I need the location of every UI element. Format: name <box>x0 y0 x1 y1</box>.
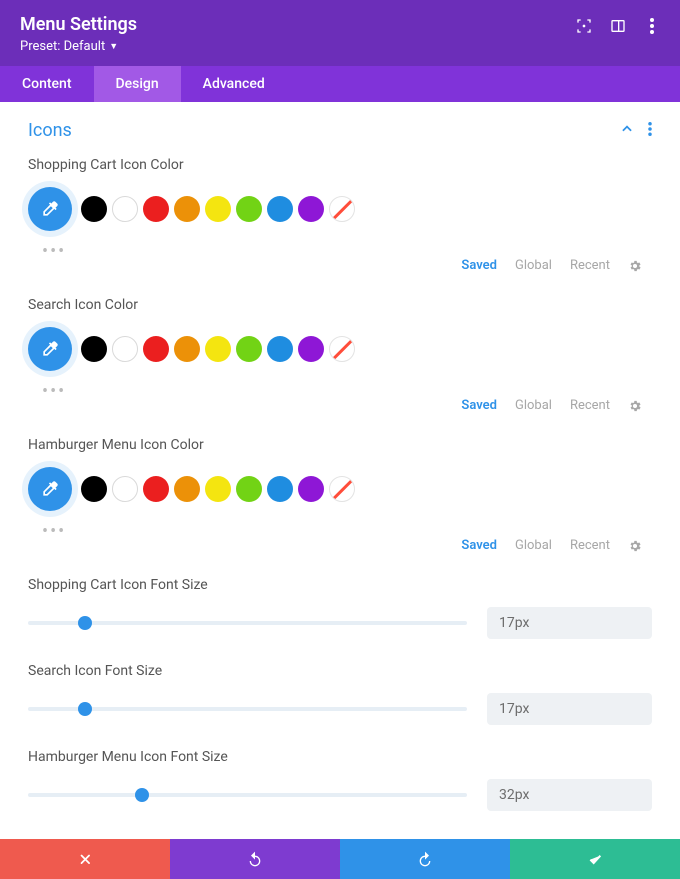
field-label: Shopping Cart Icon Color <box>28 157 652 173</box>
preset-label: Preset: Default <box>20 39 105 54</box>
redo-button[interactable] <box>340 839 510 879</box>
field-label: Hamburger Menu Icon Color <box>28 437 652 453</box>
size-field: Search Icon Font Size 17px <box>28 663 652 725</box>
tab-advanced[interactable]: Advanced <box>181 66 287 102</box>
tab-design[interactable]: Design <box>94 66 181 102</box>
modal-title: Menu Settings <box>20 14 137 35</box>
slider-row: 32px <box>28 779 652 811</box>
palette-tab-global[interactable]: Global <box>515 258 552 273</box>
undo-button[interactable] <box>170 839 340 879</box>
eyedropper-button[interactable] <box>28 327 72 371</box>
color-swatch[interactable] <box>236 476 262 502</box>
color-swatch[interactable] <box>143 476 169 502</box>
color-swatch[interactable] <box>298 476 324 502</box>
palette-tab-recent[interactable]: Recent <box>570 398 610 413</box>
main-tabs: Content Design Advanced <box>0 66 680 102</box>
color-swatch[interactable] <box>112 196 138 222</box>
confirm-button[interactable] <box>510 839 680 879</box>
color-swatch[interactable] <box>81 196 107 222</box>
eyedropper-button[interactable] <box>28 187 72 231</box>
transparent-swatch[interactable] <box>329 336 355 362</box>
swatch-row <box>28 327 652 371</box>
field-label: Shopping Cart Icon Font Size <box>28 577 652 593</box>
palette-tab-recent[interactable]: Recent <box>570 538 610 553</box>
gear-icon[interactable] <box>628 259 642 273</box>
color-field: Search Icon Color•••SavedGlobalRecent <box>28 297 652 413</box>
slider-knob[interactable] <box>78 616 92 630</box>
palette-tab-recent[interactable]: Recent <box>570 258 610 273</box>
field-label: Hamburger Menu Icon Font Size <box>28 749 652 765</box>
palette-tab-saved[interactable]: Saved <box>461 398 497 413</box>
section-header: Icons <box>28 120 652 141</box>
size-input[interactable]: 17px <box>487 607 652 639</box>
header-left: Menu Settings Preset: Default ▼ <box>20 14 137 54</box>
cancel-button[interactable] <box>0 839 170 879</box>
color-field: Hamburger Menu Icon Color•••SavedGlobalR… <box>28 437 652 553</box>
palette-tab-global[interactable]: Global <box>515 538 552 553</box>
gear-icon[interactable] <box>628 539 642 553</box>
field-label: Search Icon Font Size <box>28 663 652 679</box>
swatch-row <box>28 187 652 231</box>
color-swatch[interactable] <box>236 336 262 362</box>
gear-icon[interactable] <box>628 399 642 413</box>
color-swatch[interactable] <box>205 196 231 222</box>
icons-section: Icons Shopping Cart Icon Color•••SavedGl… <box>0 102 680 811</box>
color-swatch[interactable] <box>267 476 293 502</box>
slider-knob[interactable] <box>135 788 149 802</box>
focus-icon[interactable] <box>576 18 592 34</box>
slider-row: 17px <box>28 693 652 725</box>
size-input[interactable]: 17px <box>487 693 652 725</box>
palette-tabs: Saved Global Recent <box>28 538 652 553</box>
palette-tabs: Saved Global Recent <box>28 398 652 413</box>
modal-header: Menu Settings Preset: Default ▼ <box>0 0 680 66</box>
palette-tabs: Saved Global Recent <box>28 258 652 273</box>
palette-tab-saved[interactable]: Saved <box>461 258 497 273</box>
section-actions <box>620 121 652 140</box>
header-actions <box>576 18 660 34</box>
color-field: Shopping Cart Icon Color•••SavedGlobalRe… <box>28 157 652 273</box>
palette-tab-saved[interactable]: Saved <box>461 538 497 553</box>
color-swatch[interactable] <box>267 196 293 222</box>
color-swatch[interactable] <box>174 336 200 362</box>
color-swatch[interactable] <box>205 476 231 502</box>
color-swatch[interactable] <box>143 336 169 362</box>
swatch-row <box>28 467 652 511</box>
color-swatch[interactable] <box>267 336 293 362</box>
size-input[interactable]: 32px <box>487 779 652 811</box>
size-slider[interactable] <box>28 793 467 797</box>
panel-icon[interactable] <box>610 18 626 34</box>
modal-footer <box>0 839 680 879</box>
color-swatch[interactable] <box>81 476 107 502</box>
slider-knob[interactable] <box>78 702 92 716</box>
color-swatch[interactable] <box>236 196 262 222</box>
size-slider[interactable] <box>28 621 467 625</box>
size-field: Shopping Cart Icon Font Size 17px <box>28 577 652 639</box>
eyedropper-button[interactable] <box>28 467 72 511</box>
color-swatch[interactable] <box>143 196 169 222</box>
color-swatch[interactable] <box>298 196 324 222</box>
size-field: Hamburger Menu Icon Font Size 32px <box>28 749 652 811</box>
color-swatch[interactable] <box>298 336 324 362</box>
size-slider[interactable] <box>28 707 467 711</box>
section-menu-icon[interactable] <box>648 121 652 140</box>
kebab-menu-icon[interactable] <box>644 18 660 34</box>
slider-row: 17px <box>28 607 652 639</box>
color-swatch[interactable] <box>112 476 138 502</box>
color-swatch[interactable] <box>112 336 138 362</box>
transparent-swatch[interactable] <box>329 476 355 502</box>
preset-selector[interactable]: Preset: Default ▼ <box>20 39 137 54</box>
color-swatch[interactable] <box>174 196 200 222</box>
transparent-swatch[interactable] <box>329 196 355 222</box>
tab-content[interactable]: Content <box>0 66 94 102</box>
caret-down-icon: ▼ <box>109 41 118 52</box>
color-swatch[interactable] <box>205 336 231 362</box>
field-label: Search Icon Color <box>28 297 652 313</box>
collapse-icon[interactable] <box>620 121 634 140</box>
palette-tab-global[interactable]: Global <box>515 398 552 413</box>
color-swatch[interactable] <box>81 336 107 362</box>
section-title: Icons <box>28 120 72 141</box>
color-swatch[interactable] <box>174 476 200 502</box>
